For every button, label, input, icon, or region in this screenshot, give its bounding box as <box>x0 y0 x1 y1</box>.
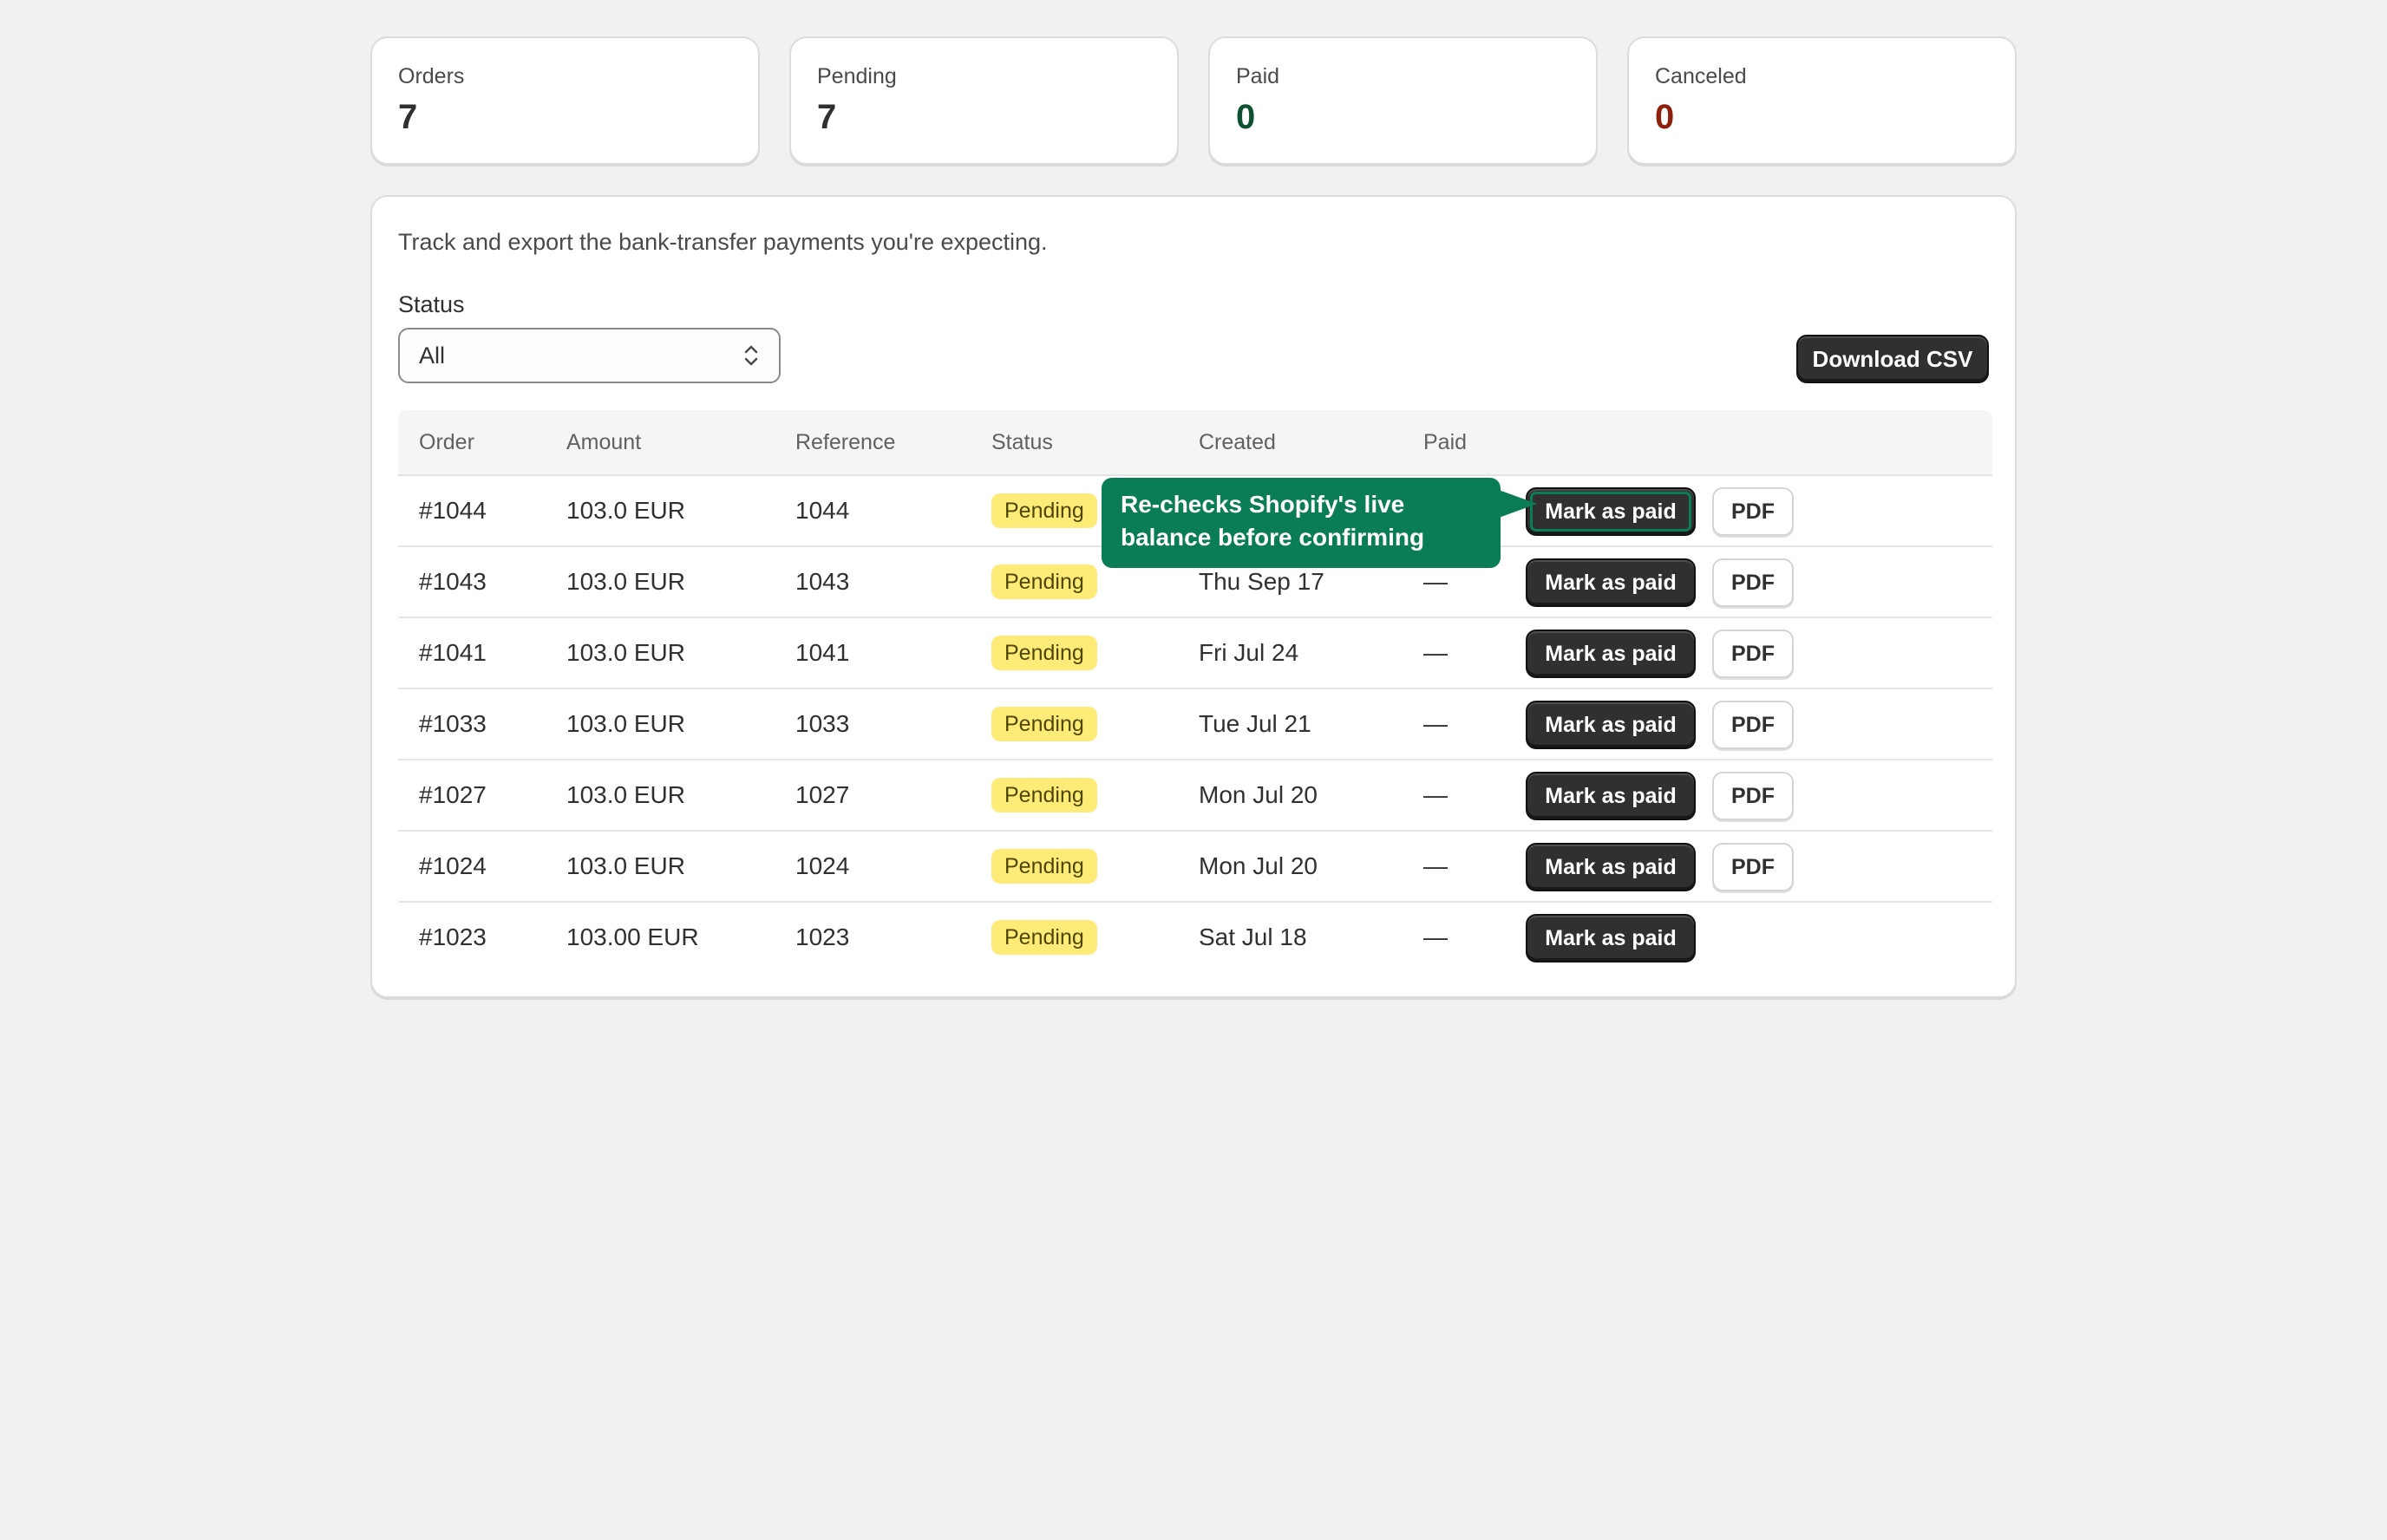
panel-description: Track and export the bank-transfer payme… <box>398 229 1048 255</box>
reference-cell: 1043 <box>795 568 850 595</box>
paid-cell: — <box>1423 710 1448 737</box>
order-cell: #1043 <box>419 568 487 595</box>
mark-as-paid-button[interactable]: Mark as paid <box>1526 558 1696 607</box>
stat-value: 7 <box>817 98 837 136</box>
stat-card-canceled: Canceled 0 <box>1627 36 2017 165</box>
created-cell: Mon Jul 20 <box>1199 781 1318 808</box>
stat-label: Pending <box>817 64 897 88</box>
order-cell: #1023 <box>419 923 487 950</box>
mark-as-paid-tooltip: Re-checks Shopify's live balance before … <box>1102 478 1501 568</box>
pdf-button[interactable]: PDF <box>1712 630 1794 678</box>
pdf-button[interactable]: PDF <box>1712 843 1794 891</box>
mark-as-paid-button[interactable]: Mark as paid <box>1526 487 1696 536</box>
table-header: Order Amount Reference Status Created Pa… <box>398 410 1992 476</box>
order-cell: #1044 <box>419 497 487 524</box>
created-cell: Tue Jul 21 <box>1199 710 1311 737</box>
paid-cell: — <box>1423 781 1448 808</box>
reference-cell: 1033 <box>795 710 850 737</box>
stat-card-orders: Orders 7 <box>370 36 760 165</box>
paid-cell: — <box>1423 923 1448 950</box>
table-row: #1024 103.0 EUR 1024 Pending Mon Jul 20 … <box>398 832 1992 903</box>
stat-card-paid: Paid 0 <box>1208 36 1598 165</box>
status-badge: Pending <box>991 636 1097 670</box>
status-filter-select[interactable]: All <box>398 328 781 383</box>
payments-panel: Track and export the bank-transfer payme… <box>370 195 2017 998</box>
tooltip-arrow <box>1499 490 1537 518</box>
status-badge: Pending <box>991 778 1097 812</box>
order-cell: #1027 <box>419 781 487 808</box>
pdf-button[interactable]: PDF <box>1712 701 1794 749</box>
amount-cell: 103.0 EUR <box>566 852 685 879</box>
amount-cell: 103.0 EUR <box>566 568 685 595</box>
status-badge: Pending <box>991 564 1097 599</box>
table-row: #1033 103.0 EUR 1033 Pending Tue Jul 21 … <box>398 689 1992 760</box>
status-filter-label: Status <box>398 291 465 317</box>
stat-value: 0 <box>1655 98 1675 136</box>
column-header-reference: Reference <box>795 430 896 454</box>
table-row: #1023 103.00 EUR 1023 Pending Sat Jul 18… <box>398 903 1992 972</box>
column-header-status: Status <box>991 430 1053 454</box>
mark-as-paid-button[interactable]: Mark as paid <box>1526 843 1696 891</box>
created-cell: Sat Jul 18 <box>1199 923 1307 950</box>
download-csv-button[interactable]: Download CSV <box>1796 335 1989 383</box>
mark-as-paid-button[interactable]: Mark as paid <box>1526 914 1696 962</box>
reference-cell: 1024 <box>795 852 850 879</box>
mark-as-paid-button[interactable]: Mark as paid <box>1526 772 1696 820</box>
column-header-order: Order <box>419 430 474 454</box>
reference-cell: 1027 <box>795 781 850 808</box>
order-cell: #1024 <box>419 852 487 879</box>
created-cell: Fri Jul 24 <box>1199 639 1299 666</box>
stat-label: Orders <box>398 64 465 88</box>
table-row: #1027 103.0 EUR 1027 Pending Mon Jul 20 … <box>398 760 1992 832</box>
stat-value: 7 <box>398 98 418 136</box>
stat-label: Paid <box>1236 64 1280 88</box>
paid-cell: — <box>1423 639 1448 666</box>
order-cell: #1033 <box>419 710 487 737</box>
order-cell: #1041 <box>419 639 487 666</box>
status-badge: Pending <box>991 920 1097 955</box>
pdf-button[interactable]: PDF <box>1712 487 1794 536</box>
status-badge: Pending <box>991 707 1097 741</box>
amount-cell: 103.0 EUR <box>566 710 685 737</box>
pdf-button[interactable]: PDF <box>1712 558 1794 607</box>
column-header-amount: Amount <box>566 430 642 454</box>
status-badge: Pending <box>991 849 1097 884</box>
mark-as-paid-button[interactable]: Mark as paid <box>1526 630 1696 678</box>
amount-cell: 103.0 EUR <box>566 781 685 808</box>
column-header-paid: Paid <box>1423 430 1468 454</box>
amount-cell: 103.0 EUR <box>566 497 685 524</box>
mark-as-paid-button[interactable]: Mark as paid <box>1526 701 1696 749</box>
status-filter-value: All <box>419 342 446 369</box>
pdf-button[interactable]: PDF <box>1712 772 1794 820</box>
amount-cell: 103.0 EUR <box>566 639 685 666</box>
amount-cell: 103.00 EUR <box>566 923 699 950</box>
reference-cell: 1041 <box>795 639 850 666</box>
status-badge: Pending <box>991 493 1097 528</box>
paid-cell: — <box>1423 852 1448 879</box>
reference-cell: 1023 <box>795 923 850 950</box>
selector-icon <box>744 345 758 366</box>
table-row: #1041 103.0 EUR 1041 Pending Fri Jul 24 … <box>398 618 1992 689</box>
stat-card-pending: Pending 7 <box>789 36 1179 165</box>
created-cell: Mon Jul 20 <box>1199 852 1318 879</box>
stats-row: Orders 7 Pending 7 Paid 0 Canceled 0 <box>370 36 2017 165</box>
column-header-created: Created <box>1199 430 1276 454</box>
reference-cell: 1044 <box>795 497 850 524</box>
stat-value: 0 <box>1236 98 1256 136</box>
stat-label: Canceled <box>1655 64 1747 88</box>
